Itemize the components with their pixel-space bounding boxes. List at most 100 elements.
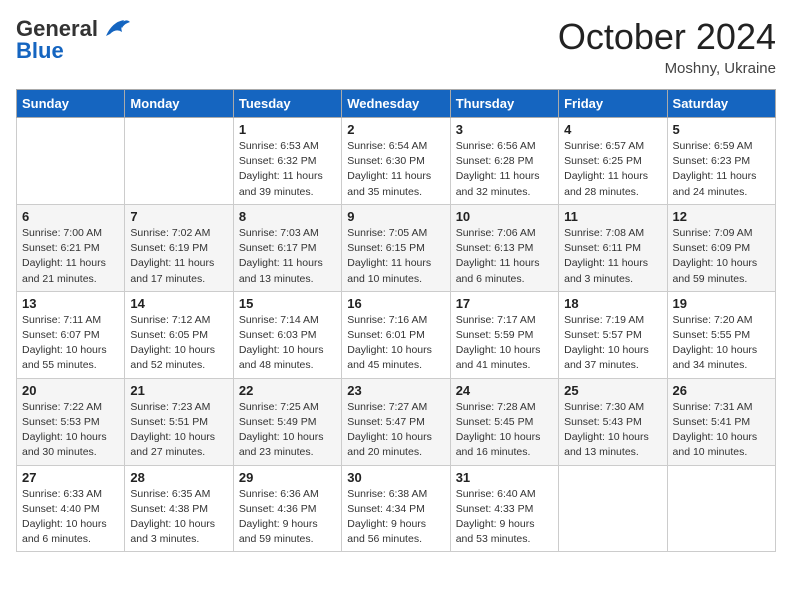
calendar-cell: 24 Sunrise: 7:28 AM Sunset: 5:45 PM Dayli… [450,378,558,465]
calendar-cell [17,118,125,205]
location: Moshny, Ukraine [558,60,776,77]
day-detail: Sunrise: 6:56 AM Sunset: 6:28 PM Dayligh… [456,139,553,200]
logo-blue-text: Blue [16,38,64,64]
day-detail: Sunrise: 7:25 AM Sunset: 5:49 PM Dayligh… [239,400,336,461]
day-number: 17 [456,296,553,311]
calendar-header-row: SundayMondayTuesdayWednesdayThursdayFrid… [17,90,776,118]
calendar-cell: 17 Sunrise: 7:17 AM Sunset: 5:59 PM Dayli… [450,291,558,378]
calendar-cell: 7 Sunrise: 7:02 AM Sunset: 6:19 PM Daylig… [125,204,233,291]
calendar-cell: 27 Sunrise: 6:33 AM Sunset: 4:40 PM Dayli… [17,465,125,552]
day-detail: Sunrise: 7:12 AM Sunset: 6:05 PM Dayligh… [130,313,227,374]
day-number: 28 [130,470,227,485]
day-number: 4 [564,122,661,137]
day-number: 13 [22,296,119,311]
calendar-cell: 25Sunrise: 7:30 AM Sunset: 5:43 PM Dayli… [559,378,667,465]
day-number: 27 [22,470,119,485]
calendar-cell: 5 Sunrise: 6:59 AM Sunset: 6:23 PM Daylig… [667,118,775,205]
day-detail: Sunrise: 7:16 AM Sunset: 6:01 PM Dayligh… [347,313,444,374]
day-detail: Sunrise: 7:08 AM Sunset: 6:11 PM Dayligh… [564,226,661,287]
day-number: 8 [239,209,336,224]
day-detail: Sunrise: 6:35 AM Sunset: 4:38 PM Dayligh… [130,487,227,548]
day-detail: Sunrise: 7:02 AM Sunset: 6:19 PM Dayligh… [130,226,227,287]
logo: General Blue [16,16,130,64]
calendar-cell: 31Sunrise: 6:40 AM Sunset: 4:33 PM Dayli… [450,465,558,552]
day-number: 16 [347,296,444,311]
day-number: 18 [564,296,661,311]
day-number: 30 [347,470,444,485]
day-detail: Sunrise: 7:14 AM Sunset: 6:03 PM Dayligh… [239,313,336,374]
weekday-header: Thursday [450,90,558,118]
calendar-cell: 11Sunrise: 7:08 AM Sunset: 6:11 PM Dayli… [559,204,667,291]
calendar-cell: 28 Sunrise: 6:35 AM Sunset: 4:38 PM Dayli… [125,465,233,552]
calendar-cell: 21Sunrise: 7:23 AM Sunset: 5:51 PM Dayli… [125,378,233,465]
day-detail: Sunrise: 7:17 AM Sunset: 5:59 PM Dayligh… [456,313,553,374]
day-detail: Sunrise: 7:27 AM Sunset: 5:47 PM Dayligh… [347,400,444,461]
day-number: 2 [347,122,444,137]
calendar-cell: 4 Sunrise: 6:57 AM Sunset: 6:25 PM Daylig… [559,118,667,205]
calendar-table: SundayMondayTuesdayWednesdayThursdayFrid… [16,89,776,552]
page-header: General Blue October 2024 Moshny, Ukrain… [16,16,776,77]
calendar-cell: 30 Sunrise: 6:38 AM Sunset: 4:34 PM Dayli… [342,465,450,552]
day-detail: Sunrise: 6:33 AM Sunset: 4:40 PM Dayligh… [22,487,119,548]
title-block: October 2024 Moshny, Ukraine [558,16,776,77]
calendar-cell [559,465,667,552]
day-number: 5 [673,122,770,137]
day-number: 9 [347,209,444,224]
day-number: 12 [673,209,770,224]
day-number: 1 [239,122,336,137]
day-number: 31 [456,470,553,485]
day-detail: Sunrise: 7:11 AM Sunset: 6:07 PM Dayligh… [22,313,119,374]
day-detail: Sunrise: 6:59 AM Sunset: 6:23 PM Dayligh… [673,139,770,200]
weekday-header: Sunday [17,90,125,118]
calendar-cell: 12Sunrise: 7:09 AM Sunset: 6:09 PM Dayli… [667,204,775,291]
calendar-week-row: 6 Sunrise: 7:00 AM Sunset: 6:21 PM Daylig… [17,204,776,291]
day-detail: Sunrise: 7:20 AM Sunset: 5:55 PM Dayligh… [673,313,770,374]
day-number: 14 [130,296,227,311]
day-detail: Sunrise: 7:22 AM Sunset: 5:53 PM Dayligh… [22,400,119,461]
day-number: 29 [239,470,336,485]
calendar-week-row: 27 Sunrise: 6:33 AM Sunset: 4:40 PM Dayli… [17,465,776,552]
day-number: 10 [456,209,553,224]
day-number: 7 [130,209,227,224]
calendar-cell: 14 Sunrise: 7:12 AM Sunset: 6:05 PM Dayli… [125,291,233,378]
day-detail: Sunrise: 6:54 AM Sunset: 6:30 PM Dayligh… [347,139,444,200]
day-number: 20 [22,383,119,398]
day-number: 23 [347,383,444,398]
calendar-week-row: 13 Sunrise: 7:11 AM Sunset: 6:07 PM Dayli… [17,291,776,378]
weekday-header: Friday [559,90,667,118]
day-number: 21 [130,383,227,398]
calendar-cell: 20 Sunrise: 7:22 AM Sunset: 5:53 PM Dayli… [17,378,125,465]
day-detail: Sunrise: 7:06 AM Sunset: 6:13 PM Dayligh… [456,226,553,287]
calendar-cell: 22Sunrise: 7:25 AM Sunset: 5:49 PM Dayli… [233,378,341,465]
calendar-cell: 8 Sunrise: 7:03 AM Sunset: 6:17 PM Daylig… [233,204,341,291]
day-detail: Sunrise: 7:00 AM Sunset: 6:21 PM Dayligh… [22,226,119,287]
day-detail: Sunrise: 7:28 AM Sunset: 5:45 PM Dayligh… [456,400,553,461]
day-detail: Sunrise: 6:57 AM Sunset: 6:25 PM Dayligh… [564,139,661,200]
calendar-cell: 15 Sunrise: 7:14 AM Sunset: 6:03 PM Dayli… [233,291,341,378]
day-number: 3 [456,122,553,137]
calendar-cell: 9 Sunrise: 7:05 AM Sunset: 6:15 PM Daylig… [342,204,450,291]
day-number: 6 [22,209,119,224]
calendar-cell: 3 Sunrise: 6:56 AM Sunset: 6:28 PM Daylig… [450,118,558,205]
day-detail: Sunrise: 7:03 AM Sunset: 6:17 PM Dayligh… [239,226,336,287]
day-detail: Sunrise: 7:19 AM Sunset: 5:57 PM Dayligh… [564,313,661,374]
day-number: 24 [456,383,553,398]
calendar-cell [667,465,775,552]
calendar-week-row: 20 Sunrise: 7:22 AM Sunset: 5:53 PM Dayli… [17,378,776,465]
day-detail: Sunrise: 6:38 AM Sunset: 4:34 PM Dayligh… [347,487,444,548]
weekday-header: Saturday [667,90,775,118]
day-number: 25 [564,383,661,398]
calendar-cell: 18 Sunrise: 7:19 AM Sunset: 5:57 PM Dayli… [559,291,667,378]
day-number: 19 [673,296,770,311]
day-number: 26 [673,383,770,398]
calendar-cell: 19 Sunrise: 7:20 AM Sunset: 5:55 PM Dayli… [667,291,775,378]
day-detail: Sunrise: 6:53 AM Sunset: 6:32 PM Dayligh… [239,139,336,200]
day-detail: Sunrise: 7:05 AM Sunset: 6:15 PM Dayligh… [347,226,444,287]
month-title: October 2024 [558,16,776,58]
day-detail: Sunrise: 7:31 AM Sunset: 5:41 PM Dayligh… [673,400,770,461]
day-number: 15 [239,296,336,311]
calendar-cell: 26 Sunrise: 7:31 AM Sunset: 5:41 PM Dayli… [667,378,775,465]
calendar-cell: 6 Sunrise: 7:00 AM Sunset: 6:21 PM Daylig… [17,204,125,291]
weekday-header: Monday [125,90,233,118]
calendar-cell [125,118,233,205]
